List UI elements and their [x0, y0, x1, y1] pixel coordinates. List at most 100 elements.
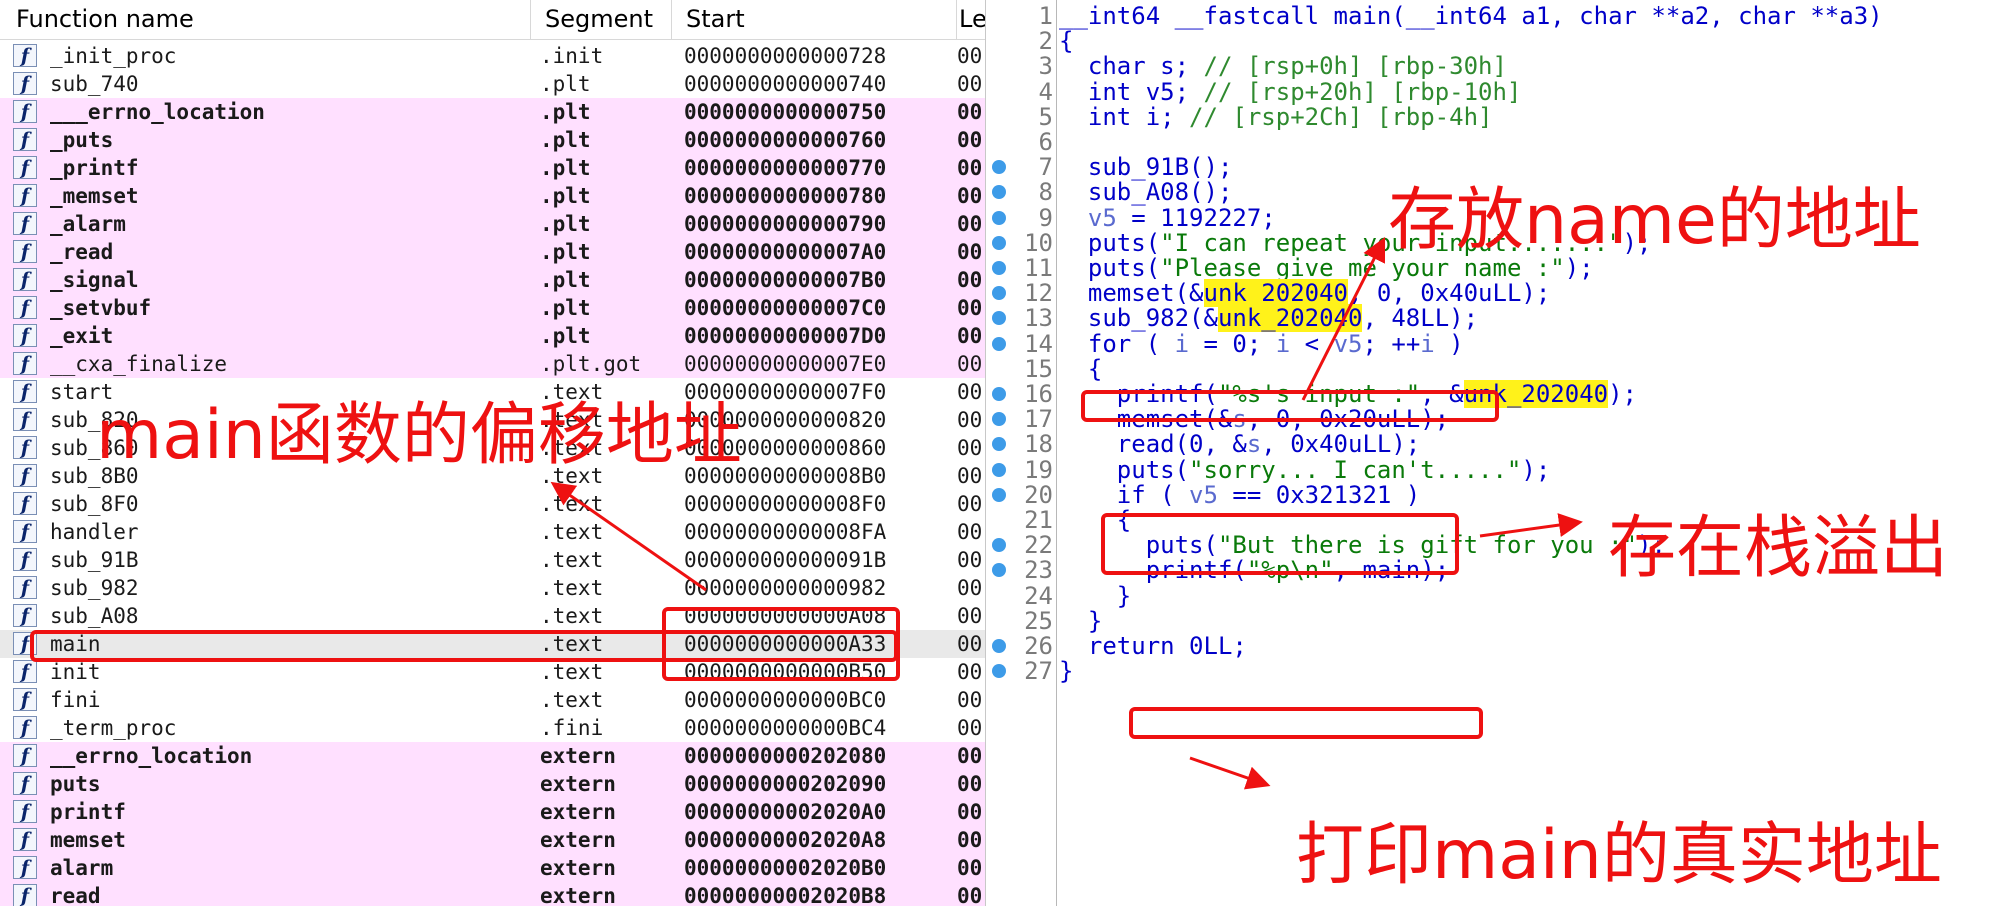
function-name: __cxa_finalize [50, 352, 228, 376]
function-f-icon: f [13, 716, 37, 739]
code-token[interactable]: i [1420, 330, 1434, 358]
function-start: 00000000002020B8 [684, 884, 887, 906]
breakpoint-dot-icon[interactable] [992, 563, 1006, 578]
column-header-segment[interactable]: Segment [531, 0, 671, 40]
function-row[interactable]: f sub_982 .text 0000000000000982 00 [0, 574, 985, 602]
code-token: ); [1608, 380, 1638, 408]
code-token[interactable]: unk_202040 [1463, 380, 1609, 408]
breakpoint-dot-icon[interactable] [992, 160, 1006, 175]
column-header-start[interactable]: Start [672, 0, 956, 40]
function-segment: .plt.got [540, 352, 642, 376]
code-token: "%p\n" [1246, 556, 1334, 585]
breakpoint-dot-icon[interactable] [992, 235, 1006, 250]
function-row[interactable]: f _exit .plt 00000000000007D0 00 [0, 322, 985, 350]
function-length: 00 [957, 520, 983, 544]
function-start: 0000000000000A08 [684, 604, 887, 628]
pseudocode-view[interactable]: 1 __int64 __fastcall main(__int64 a1, cha… [987, 0, 1989, 906]
breakpoint-dot-icon[interactable] [992, 336, 1006, 351]
gutter-divider [1056, 0, 1057, 906]
function-name: printf [50, 800, 126, 824]
code-token[interactable]: v5 [1334, 330, 1363, 358]
function-row[interactable]: f ___errno_location .plt 0000000000000750 00 [0, 98, 985, 126]
breakpoint-dot-icon[interactable] [992, 538, 1006, 553]
function-row[interactable]: f puts extern 0000000000202090 00 [0, 770, 985, 798]
function-name: sub_740 [50, 72, 139, 96]
function-segment: extern [540, 800, 616, 824]
function-segment: .plt [540, 128, 591, 152]
breakpoint-dot-icon[interactable] [992, 487, 1006, 502]
function-start: 0000000000000740 [684, 72, 887, 96]
function-f-icon: f [13, 44, 37, 67]
breakpoint-dot-icon[interactable] [992, 286, 1006, 301]
function-row[interactable]: f read extern 00000000002020B8 00 [0, 882, 985, 906]
function-segment: .text [540, 492, 604, 516]
function-row[interactable]: f _init_proc .init 0000000000000728 00 [0, 42, 985, 70]
function-row[interactable]: f _alarm .plt 0000000000000790 00 [0, 210, 985, 238]
function-row[interactable]: f __cxa_finalize .plt.got 00000000000007E0 0… [0, 350, 985, 378]
function-row[interactable]: f sub_A08 .text 0000000000000A08 00 [0, 602, 985, 630]
function-row[interactable]: f init .text 0000000000000B50 00 [0, 658, 985, 686]
function-start: 0000000000202090 [684, 772, 887, 796]
function-f-icon: f [13, 240, 37, 263]
function-f-icon: f [13, 660, 37, 683]
function-f-icon: f [13, 576, 37, 599]
function-f-icon: f [13, 772, 37, 795]
function-row[interactable]: f main .text 0000000000000A33 00 [0, 630, 985, 658]
function-length: 00 [957, 576, 983, 600]
function-row[interactable]: f _signal .plt 00000000000007B0 00 [0, 266, 985, 294]
function-length: 00 [957, 156, 983, 180]
breakpoint-dot-icon[interactable] [992, 664, 1006, 679]
column-header-function-name[interactable]: Function name [0, 0, 530, 40]
breakpoint-dot-icon[interactable] [992, 412, 1006, 427]
code-token[interactable]: i [1276, 330, 1290, 358]
breakpoint-dot-icon[interactable] [992, 639, 1006, 653]
function-f-icon: f [13, 520, 37, 543]
function-row[interactable]: f _memset .plt 0000000000000780 00 [0, 182, 985, 210]
breakpoint-dot-icon[interactable] [992, 387, 1006, 401]
function-row[interactable]: f memset extern 00000000002020A8 00 [0, 826, 985, 854]
annotation-print-main: 打印main的真实地址 [1296, 816, 1942, 895]
function-name: _puts [50, 128, 114, 152]
function-name: handler [50, 520, 139, 544]
function-segment: extern [540, 884, 616, 906]
breakpoint-dot-icon[interactable] [992, 261, 1006, 275]
function-f-icon: f [13, 800, 37, 823]
function-row[interactable]: f printf extern 00000000002020A0 00 [0, 798, 985, 826]
function-row[interactable]: f _puts .plt 0000000000000760 00 [0, 126, 985, 154]
function-row[interactable]: f sub_91B .text 000000000000091B 00 [0, 546, 985, 574]
breakpoint-dot-icon[interactable] [992, 210, 1006, 225]
breakpoint-dot-icon[interactable] [992, 437, 1006, 452]
function-row[interactable]: f _printf .plt 0000000000000770 00 [0, 154, 985, 182]
code-token[interactable]: i [1175, 330, 1189, 358]
function-length: 00 [957, 800, 983, 824]
function-row[interactable]: f _read .plt 00000000000007A0 00 [0, 238, 985, 266]
function-segment: .text [540, 660, 604, 684]
function-name: init [50, 660, 101, 684]
function-f-icon: f [13, 604, 37, 627]
function-segment: .text [540, 688, 604, 712]
code-token: == 0x321321 ) [1217, 480, 1421, 509]
function-length: 00 [957, 268, 983, 292]
function-row[interactable]: f _term_proc .fini 0000000000000BC4 00 [0, 714, 985, 742]
breakpoint-dot-icon[interactable] [992, 185, 1006, 200]
function-row[interactable]: f sub_8F0 .text 00000000000008F0 00 [0, 490, 985, 518]
function-row[interactable]: f alarm extern 00000000002020B0 00 [0, 854, 985, 882]
function-name: memset [50, 828, 126, 852]
function-segment: .init [540, 44, 604, 68]
breakpoint-dot-icon[interactable] [992, 462, 1006, 477]
function-row[interactable]: f __errno_location extern 0000000000202080 0… [0, 742, 985, 770]
function-name: _setvbuf [50, 296, 152, 320]
function-row[interactable]: f fini .text 0000000000000BC0 00 [0, 686, 985, 714]
function-length: 00 [957, 464, 983, 488]
code-token[interactable]: v5 [1189, 481, 1218, 509]
breakpoint-dot-icon[interactable] [992, 311, 1006, 326]
function-name: alarm [50, 856, 114, 880]
function-row[interactable]: f _setvbuf .plt 00000000000007C0 00 [0, 294, 985, 322]
function-length: 00 [957, 884, 983, 906]
function-name: sub_982 [50, 576, 139, 600]
function-start: 0000000000000B50 [684, 660, 887, 684]
code-token: = 0; [1189, 329, 1276, 358]
column-header-length[interactable]: Le [957, 0, 985, 40]
function-row[interactable]: f handler .text 00000000000008FA 00 [0, 518, 985, 546]
function-row[interactable]: f sub_740 .plt 0000000000000740 00 [0, 70, 985, 98]
